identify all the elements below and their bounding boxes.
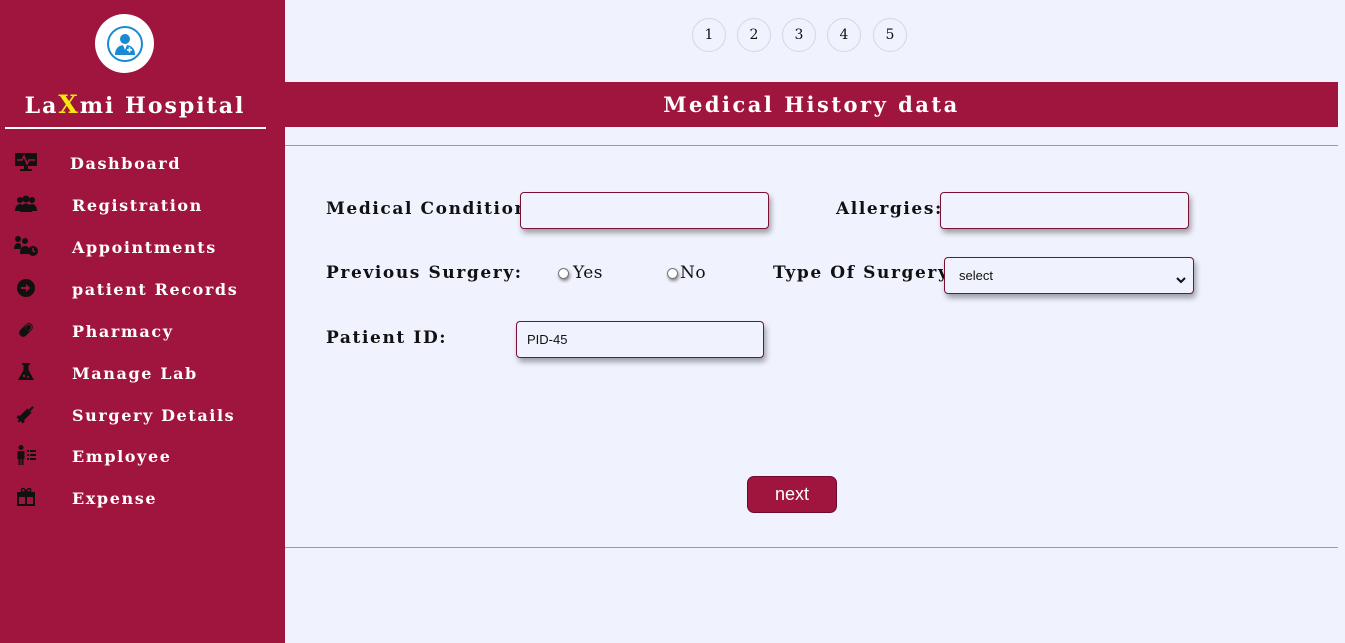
chevron-down-icon [1175, 270, 1187, 289]
sidebar-item-patient-records[interactable]: patient Records [0, 276, 285, 306]
previous-surgery-label: Previous Surgery: [326, 263, 523, 283]
type-of-surgery-select[interactable]: select [944, 257, 1194, 294]
sidebar-item-expense[interactable]: Expense [0, 485, 285, 515]
next-button[interactable]: next [747, 476, 837, 513]
patient-id-label: Patient ID: [326, 328, 448, 348]
step-1[interactable]: 1 [692, 18, 726, 52]
sidebar-item-appointments[interactable]: Appointments [0, 234, 285, 264]
allergies-label: Allergies: [836, 199, 943, 219]
previous-surgery-no-label: No [680, 263, 707, 283]
previous-surgery-yes-radio[interactable] [558, 268, 569, 279]
sidebar-item-label: patient Records [72, 280, 239, 299]
page-header: Medical History data [285, 82, 1338, 127]
flask-icon [13, 361, 39, 383]
medical-condition-label: Medical Condition: [326, 199, 537, 219]
step-2[interactable]: 2 [737, 18, 771, 52]
gift-icon [13, 486, 39, 508]
previous-surgery-no-radio[interactable] [667, 268, 678, 279]
syringe-icon [13, 403, 39, 425]
user-clock-icon [13, 235, 39, 257]
step-5[interactable]: 5 [873, 18, 907, 52]
sidebar-item-label: Registration [72, 196, 203, 215]
doctor-icon [114, 33, 135, 55]
sidebar-item-label: Pharmacy [72, 322, 174, 341]
sidebar-item-registration[interactable]: Registration [0, 192, 285, 222]
top-divider [285, 145, 1338, 146]
sidebar: LaXmi Hospital Dashboard Registration Ap… [0, 0, 285, 643]
sidebar-item-label: Employee [72, 447, 172, 466]
allergies-input[interactable] [940, 192, 1189, 229]
sidebar-item-surgery-details[interactable]: Surgery Details [0, 402, 285, 432]
step-4[interactable]: 4 [827, 18, 861, 52]
sidebar-item-employee[interactable]: Employee [0, 443, 285, 473]
monitor-icon [13, 151, 39, 173]
brand-divider [5, 127, 266, 129]
medical-condition-input[interactable] [520, 192, 769, 229]
sidebar-item-pharmacy[interactable]: Pharmacy [0, 318, 285, 348]
pill-icon [13, 319, 39, 341]
sign-in-icon [13, 277, 39, 299]
bottom-divider [285, 547, 1338, 548]
patient-id-input[interactable] [516, 321, 764, 358]
page-title: Medical History data [663, 92, 960, 117]
app: LaXmi Hospital Dashboard Registration Ap… [0, 0, 1345, 643]
brand-accent: X [58, 90, 80, 119]
sidebar-item-dashboard[interactable]: Dashboard [0, 150, 285, 180]
sidebar-item-label: Surgery Details [72, 406, 236, 425]
users-icon [13, 193, 39, 215]
sidebar-item-label: Dashboard [70, 154, 182, 173]
type-of-surgery-selected: select [959, 268, 993, 283]
sidebar-item-manage-lab[interactable]: Manage Lab [0, 360, 285, 390]
step-3[interactable]: 3 [782, 18, 816, 52]
previous-surgery-yes-label: Yes [573, 263, 604, 283]
sidebar-item-label: Appointments [72, 238, 217, 257]
sidebar-item-label: Expense [72, 489, 158, 508]
type-of-surgery-label: Type Of Surgery: [773, 263, 958, 283]
employee-list-icon [13, 444, 39, 466]
brand-title: LaXmi Hospital [0, 90, 270, 119]
brand-prefix: La [24, 93, 59, 119]
hospital-logo [95, 14, 154, 73]
sidebar-item-label: Manage Lab [72, 364, 198, 383]
brand-suffix: mi Hospital [79, 93, 246, 119]
